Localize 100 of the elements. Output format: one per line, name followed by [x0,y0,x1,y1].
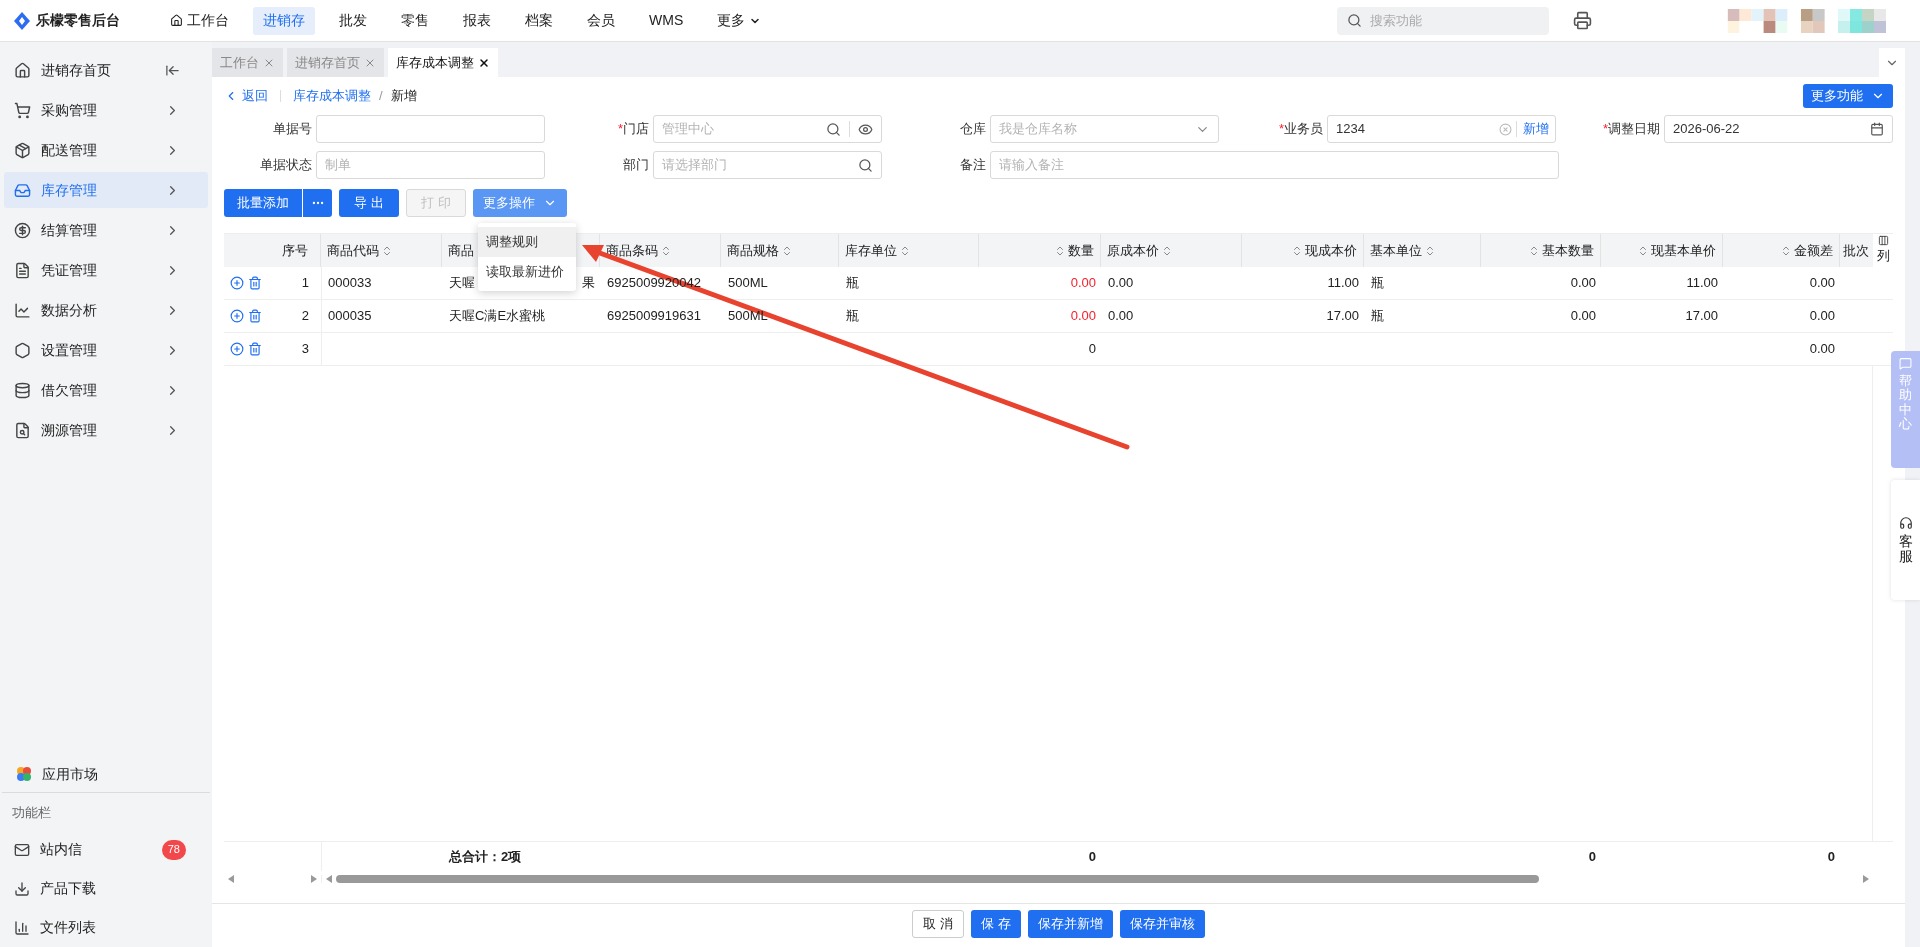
menu-item[interactable]: 读取最新进价 [478,257,576,287]
add-row-icon[interactable] [230,276,244,290]
column-header[interactable]: 库存单位 [845,240,911,261]
nav-tab[interactable]: 批发 [329,6,377,35]
sort-icon[interactable] [1161,244,1173,257]
calendar-icon[interactable] [1870,122,1884,136]
add-row-icon[interactable] [230,309,244,323]
printer-icon[interactable] [1573,11,1592,30]
pixelated-avatar-drawing [1800,8,1825,33]
pinwheel-icon [16,766,32,782]
table-cell-text: 0.00 [1570,307,1596,326]
nav-tab[interactable]: 零售 [391,6,439,35]
column-header[interactable]: 商品条码 [606,240,672,261]
app-market-link[interactable]: 应用市场 [42,763,98,785]
nav-tab[interactable]: 工作台 [160,6,239,35]
scrollbar-thumb[interactable] [336,875,1540,883]
sort-icon[interactable] [1424,244,1436,257]
column-header[interactable]: 现基本单价 [1637,240,1716,261]
function-item[interactable]: 站内信 78 [0,830,212,869]
eye-icon[interactable] [858,121,873,137]
footer-button[interactable]: 取 消 [912,909,964,938]
more-button[interactable] [303,189,332,217]
nav-tab[interactable]: 报表 [453,6,501,35]
nav-tab[interactable]: 会员 [577,6,625,35]
sort-icon[interactable] [1780,244,1792,257]
add-row-icon[interactable] [230,342,244,356]
sort-icon[interactable] [899,244,911,257]
column-header[interactable]: 商品代码 [327,240,393,261]
table-cell-text: 果 [582,274,595,293]
sidebar-item[interactable]: 设置管理 [4,332,208,368]
table-cell-text: 0.00 [1108,274,1134,293]
column-header[interactable]: 商品 [448,240,474,261]
search-icon[interactable] [858,157,873,173]
date-field[interactable]: 2026-06-22 [1664,115,1893,143]
customer-service-tab[interactable]: 客服 [1891,480,1920,600]
breadcrumb-link[interactable]: 库存成本调整 [293,86,371,106]
column-header[interactable]: 金额差 [1780,240,1833,261]
field-value: 2026-06-22 [1673,121,1740,137]
footer-button[interactable]: 保存并新增 [1027,909,1113,938]
add-link[interactable]: 新增 [1517,119,1555,139]
field-label: 单据状态 [259,156,312,175]
sidebar-item[interactable]: 库存管理 [4,172,208,208]
nav-tab[interactable]: 档案 [515,6,563,35]
toolbar-button[interactable]: 导 出 [339,189,399,217]
staff-field[interactable]: 1234 新增 [1327,115,1556,143]
column-header[interactable]: 基本数量 [1528,240,1594,261]
sidebar-item[interactable]: 配送管理 [4,132,208,168]
placeholder-text: 请输入备注 [999,156,1064,175]
back-link[interactable]: 返回 [224,86,268,106]
column-header[interactable]: 数量 [1054,240,1094,261]
sidebar-item[interactable]: 溯源管理 [4,412,208,448]
row-number: 2 [272,300,322,332]
sort-icon[interactable] [781,244,793,257]
footer-button[interactable]: 保 存 [971,909,1021,938]
delete-icon[interactable] [248,276,262,290]
sidebar-item[interactable]: 进销存首页 [4,52,208,88]
menu-item[interactable]: 调整规则 [478,227,576,257]
input-field[interactable] [316,115,545,143]
sort-icon[interactable] [1528,244,1540,257]
nav-tab[interactable]: 进销存 [253,6,315,35]
mail-icon [14,841,30,858]
column-header[interactable]: 基本单位 [1370,240,1436,261]
batch-add-button[interactable]: 批量添加 [224,189,302,217]
nav-tab[interactable]: WMS [639,6,694,35]
column-header[interactable]: 原成本价 [1107,240,1173,261]
sort-icon[interactable] [1637,244,1649,257]
column-header[interactable]: 商品规格 [727,240,793,261]
footer-button[interactable]: 保存并审核 [1119,909,1205,938]
function-item[interactable]: 文件列表 [0,908,212,947]
close-icon[interactable] [478,56,490,69]
scroll-left-icon[interactable] [228,875,234,883]
column-header[interactable]: 批次 [1843,240,1869,261]
column-header[interactable]: 现成本价 [1291,240,1357,261]
column-settings-button[interactable]: 列 [1873,234,1893,267]
table-cell-text: 瓶 [1371,307,1384,326]
field-label: *调整日期 [1601,120,1660,139]
sort-icon[interactable] [1291,244,1303,257]
nav-tab[interactable]: 更多 [707,6,772,35]
scroll-right-icon[interactable] [1863,875,1869,883]
sidebar-item[interactable]: 数据分析 [4,292,208,328]
search-icon[interactable] [826,121,841,137]
logo-icon [14,11,30,30]
sort-icon[interactable] [660,244,672,257]
pixelated-avatar-drawing [1727,8,1788,33]
delete-icon[interactable] [248,342,262,356]
delete-icon[interactable] [248,309,262,323]
clear-icon[interactable] [1499,122,1512,136]
table-cell-text: 0.00 [1570,274,1596,293]
sidebar-item[interactable]: 结算管理 [4,212,208,248]
placeholder-text: 搜索功能 [1370,11,1422,30]
page-tab[interactable]: 库存成本调整 [388,48,498,77]
sidebar-item[interactable]: 采购管理 [4,92,208,128]
function-item[interactable]: 产品下载 [0,869,212,908]
table-cell-text: 瓶 [1371,274,1384,293]
scroll-right-icon[interactable] [311,875,317,883]
sidebar-item[interactable]: 凭证管理 [4,252,208,288]
sort-icon[interactable] [1054,244,1066,257]
sidebar-item[interactable]: 借欠管理 [4,372,208,408]
sort-icon[interactable] [381,244,393,257]
more-functions-button[interactable]: 更多功能 [1803,84,1893,108]
